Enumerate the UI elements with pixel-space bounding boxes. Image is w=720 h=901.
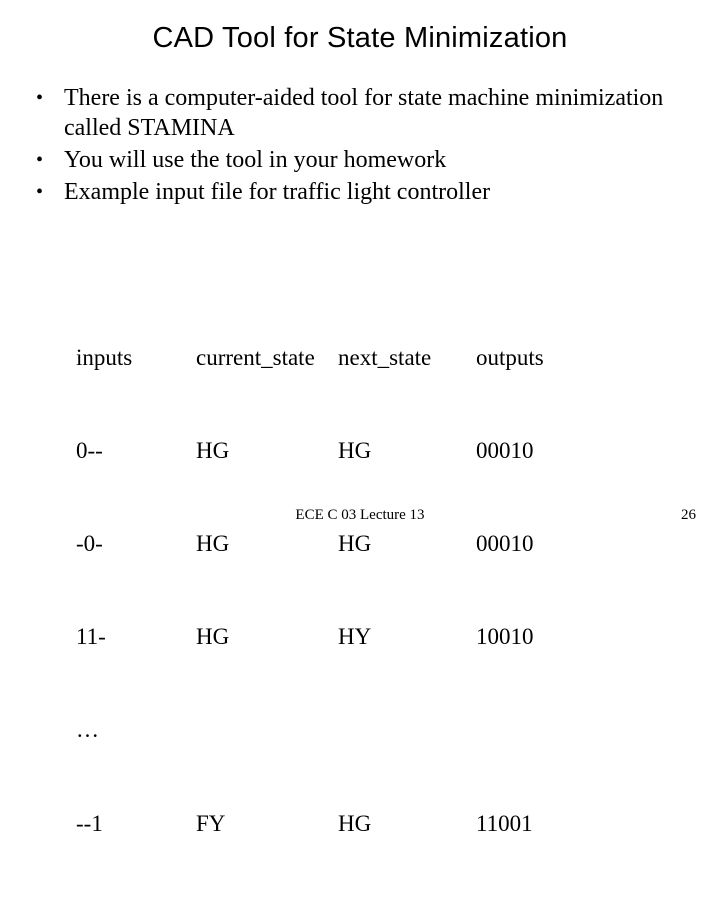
bullet-text: You will use the tool in your homework — [64, 145, 690, 175]
bullet-text: Example input file for traffic light con… — [64, 177, 690, 207]
cell: 11- — [76, 621, 132, 652]
bullet-list: • There is a computer-aided tool for sta… — [30, 83, 690, 207]
slide-number: 26 — [681, 507, 696, 524]
col-header: outputs — [476, 342, 544, 373]
cell: HG — [338, 528, 431, 559]
col-inputs: inputs 0-- -0- 11- … --1 — [76, 280, 132, 901]
col-outputs: outputs 00010 00010 10010 11001 — [476, 280, 544, 901]
bullet-item: • You will use the tool in your homework — [30, 145, 690, 175]
cell: 10010 — [476, 621, 544, 652]
cell: --1 — [76, 808, 132, 839]
footer-center: ECE C 03 Lecture 13 — [0, 507, 720, 524]
cell: HG — [196, 435, 315, 466]
cell: HG — [196, 621, 315, 652]
cell: 11001 — [476, 808, 544, 839]
bullet-dot-icon: • — [30, 83, 64, 113]
cell: 00010 — [476, 528, 544, 559]
bullet-dot-icon: • — [30, 177, 64, 207]
col-header: next_state — [338, 342, 431, 373]
cell: … — [76, 714, 132, 745]
cell: -0- — [76, 528, 132, 559]
cell: FY — [196, 808, 315, 839]
col-next-state: next_state HG HG HY HG — [338, 280, 431, 901]
slide: CAD Tool for State Minimization • There … — [0, 0, 720, 540]
cell: 00010 — [476, 435, 544, 466]
cell: 0-- — [76, 435, 132, 466]
cell — [338, 714, 431, 745]
slide-title: CAD Tool for State Minimization — [0, 0, 720, 55]
bullet-item: • Example input file for traffic light c… — [30, 177, 690, 207]
col-current-state: current_state HG HG HG FY — [196, 280, 315, 901]
cell: HY — [338, 621, 431, 652]
col-header: current_state — [196, 342, 315, 373]
cell: HG — [338, 435, 431, 466]
cell: HG — [196, 528, 315, 559]
cell: HG — [338, 808, 431, 839]
bullet-item: • There is a computer-aided tool for sta… — [30, 83, 690, 143]
col-header: inputs — [76, 342, 132, 373]
bullet-dot-icon: • — [30, 145, 64, 175]
cell — [196, 714, 315, 745]
cell — [476, 714, 544, 745]
bullet-text: There is a computer-aided tool for state… — [64, 83, 690, 143]
